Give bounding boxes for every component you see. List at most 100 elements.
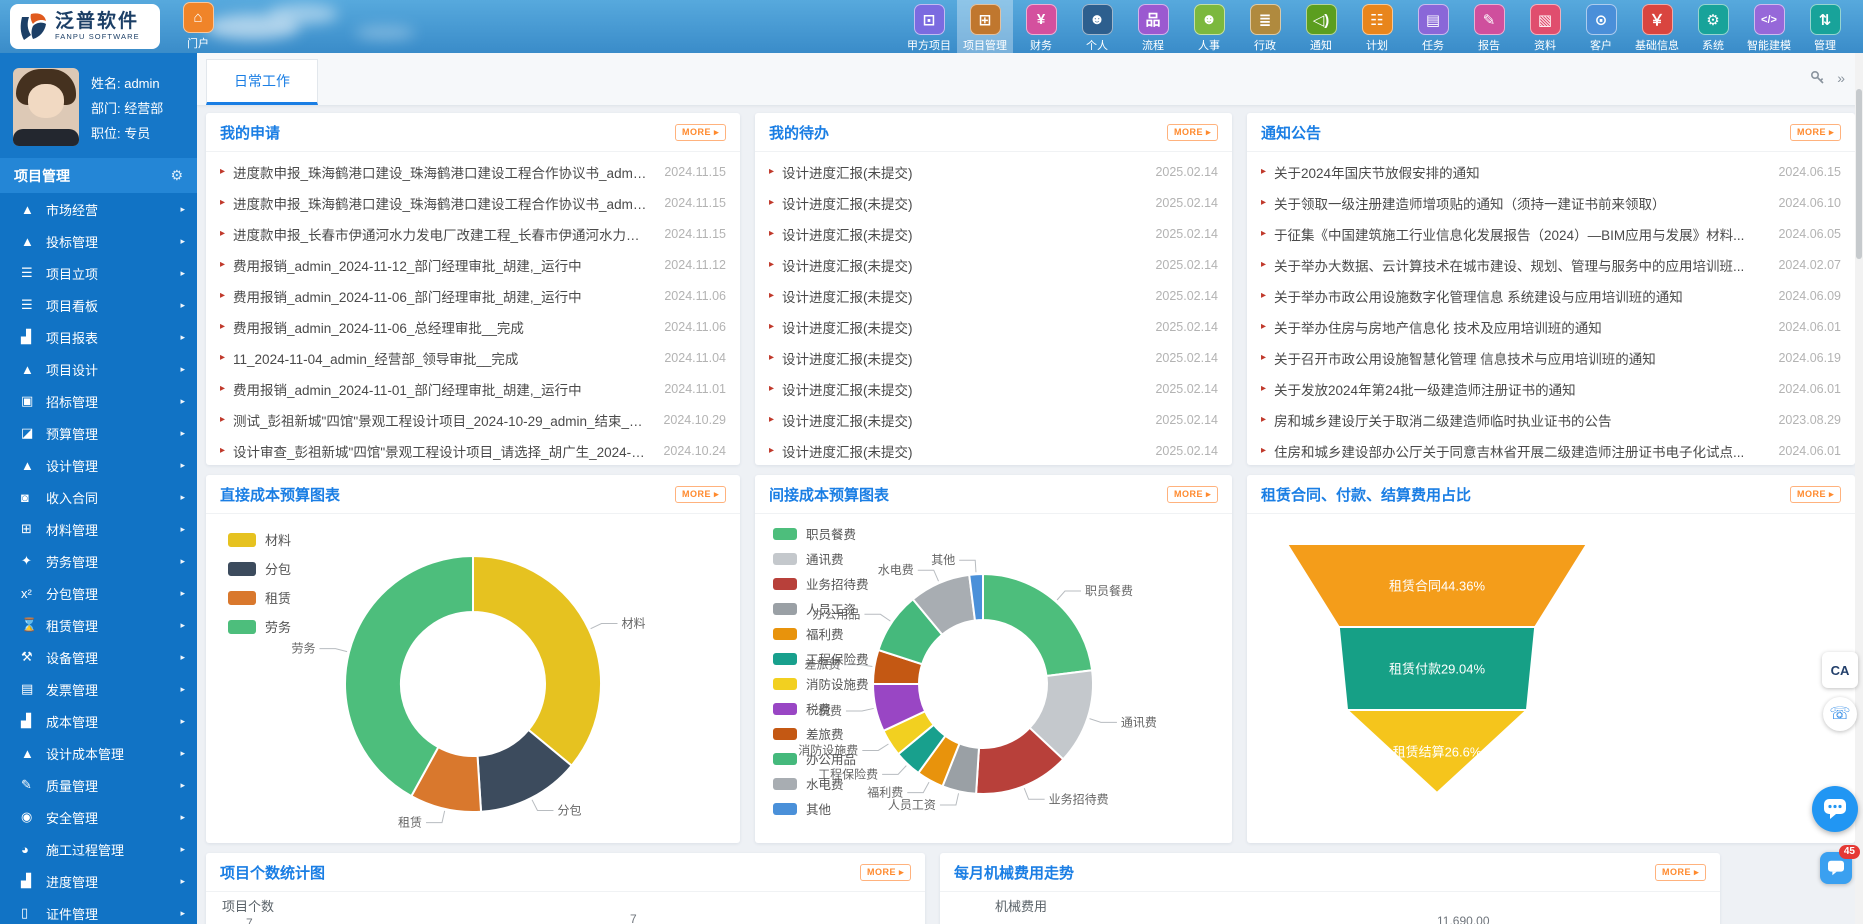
list-item[interactable]: ▸进度款申报_长春市伊通河水力发电厂改建工程_长春市伊通河水力发电...2024… <box>220 218 726 249</box>
sidebar-item-项目报表[interactable]: ▟项目报表▸ <box>0 321 197 353</box>
sidebar-item-收入合同[interactable]: ◙收入合同▸ <box>0 481 197 513</box>
list-item[interactable]: ▸关于举办市政公用设施数字化管理信息 系统建设与应用培训班的通知2024.06.… <box>1261 280 1841 311</box>
list-item[interactable]: ▸费用报销_admin_2024-11-12_部门经理审批_胡建,_运行中202… <box>220 249 726 280</box>
list-item[interactable]: ▸进度款申报_珠海鹤港口建设_珠海鹤港口建设工程合作协议书_admin_...2… <box>220 156 726 187</box>
sidebar-item-租赁管理[interactable]: ⌛租赁管理▸ <box>0 609 197 641</box>
nav-item-portal[interactable]: ⌂ 门户 <box>170 2 226 53</box>
list-item[interactable]: ▸费用报销_admin_2024-11-01_部门经理审批_胡建,_运行中202… <box>220 373 726 404</box>
sidebar-item-质量管理[interactable]: ✎质量管理▸ <box>0 769 197 801</box>
legend-item[interactable]: 其他 <box>773 799 869 818</box>
list-item[interactable]: ▸于征集《中国建筑施工行业信息化发展报告（2024）—BIM应用与发展》材料..… <box>1261 218 1841 249</box>
more-button[interactable]: MORE▸ <box>1790 486 1841 503</box>
legend-item[interactable]: 业务招待费 <box>773 574 869 593</box>
more-button[interactable]: MORE▸ <box>1790 124 1841 141</box>
legend-item[interactable]: 职员餐费 <box>773 524 869 543</box>
nav-item-5[interactable]: 品流程 <box>1125 0 1181 53</box>
messages-button[interactable]: 45 <box>1820 852 1852 884</box>
more-button[interactable]: MORE▸ <box>860 864 911 881</box>
legend-item[interactable]: 消防设施费 <box>773 674 869 693</box>
scrollbar-thumb[interactable] <box>1856 89 1862 259</box>
nav-item-12[interactable]: ▧资料 <box>1517 0 1573 53</box>
more-button[interactable]: MORE▸ <box>675 124 726 141</box>
list-item[interactable]: ▸设计进度汇报(未提交)2025.02.14 <box>769 404 1218 435</box>
nav-item-8[interactable]: ◁)通知 <box>1293 0 1349 53</box>
sidebar-item-预算管理[interactable]: ◪预算管理▸ <box>0 417 197 449</box>
sidebar-item-成本管理[interactable]: ▟成本管理▸ <box>0 705 197 737</box>
sidebar-item-证件管理[interactable]: ▯证件管理▸ <box>0 897 197 924</box>
sidebar-item-进度管理[interactable]: ▟进度管理▸ <box>0 865 197 897</box>
list-item[interactable]: ▸关于2024年国庆节放假安排的通知2024.06.15 <box>1261 156 1841 187</box>
list-item[interactable]: ▸设计进度汇报(未提交)2025.02.14 <box>769 156 1218 187</box>
legend-item[interactable]: 差旅费 <box>773 724 869 743</box>
list-item[interactable]: ▸住房和城乡建设部办公厅关于同意吉林省开展二级建造师注册证书电子化试点...20… <box>1261 435 1841 466</box>
list-item[interactable]: ▸设计进度汇报(未提交)2025.02.14 <box>769 280 1218 311</box>
nav-item-7[interactable]: ≣行政 <box>1237 0 1293 53</box>
sidebar-item-施工过程管理[interactable]: ◕施工过程管理▸ <box>0 833 197 865</box>
more-button[interactable]: MORE▸ <box>675 486 726 503</box>
nav-item-2[interactable]: ⊞项目管理 <box>957 0 1013 53</box>
nav-item-13[interactable]: ⊙客户 <box>1573 0 1629 53</box>
key-icon[interactable] <box>1810 70 1825 85</box>
sidebar-item-设备管理[interactable]: ⚒设备管理▸ <box>0 641 197 673</box>
list-item[interactable]: ▸设计进度汇报(未提交)2025.02.14 <box>769 373 1218 404</box>
legend-item[interactable]: 材料 <box>228 530 291 549</box>
legend-item[interactable]: 通讯费 <box>773 549 869 568</box>
list-item[interactable]: ▸设计进度汇报(未提交)2025.02.14 <box>769 187 1218 218</box>
sidebar-item-项目看板[interactable]: ☰项目看板▸ <box>0 289 197 321</box>
list-item[interactable]: ▸进度款申报_珠海鹤港口建设_珠海鹤港口建设工程合作协议书_admin_...2… <box>220 187 726 218</box>
legend-item[interactable]: 分包 <box>228 559 291 578</box>
list-item[interactable]: ▸11_2024-11-04_admin_经营部_领导审批__完成2024.11… <box>220 342 726 373</box>
tab-daily-work[interactable]: 日常工作 <box>206 59 318 105</box>
list-item[interactable]: ▸关于举办大数据、云计算技术在城市建设、规划、管理与服务中的应用培训班...20… <box>1261 249 1841 280</box>
nav-item-17[interactable]: ⇅管理 <box>1797 0 1853 53</box>
nav-item-3[interactable]: ¥财务 <box>1013 0 1069 53</box>
gear-icon[interactable]: ⚙ <box>170 167 183 184</box>
legend-item[interactable]: 工程保险费 <box>773 649 869 668</box>
list-item[interactable]: ▸设计进度汇报(未提交)2025.02.14 <box>769 435 1218 466</box>
nav-item-4[interactable]: ☻个人 <box>1069 0 1125 53</box>
legend-item[interactable]: 劳务 <box>228 617 291 636</box>
list-item[interactable]: ▸设计进度汇报(未提交)2025.02.14 <box>769 218 1218 249</box>
sidebar-item-招标管理[interactable]: ▣招标管理▸ <box>0 385 197 417</box>
nav-item-16[interactable]: </>智能建模 <box>1741 0 1797 53</box>
chat-assistant-button[interactable] <box>1812 786 1858 832</box>
sidebar-item-发票管理[interactable]: ▤发票管理▸ <box>0 673 197 705</box>
list-item[interactable]: ▸费用报销_admin_2024-11-06_总经理审批__完成2024.11.… <box>220 311 726 342</box>
list-item[interactable]: ▸关于领取一级注册建造师增项贴的通知（须持一建证书前来领取）2024.06.10 <box>1261 187 1841 218</box>
legend-item[interactable]: 水电费 <box>773 774 869 793</box>
legend-item[interactable]: 税费 <box>773 699 869 718</box>
nav-item-10[interactable]: ▤任务 <box>1405 0 1461 53</box>
nav-item-15[interactable]: ⚙系统 <box>1685 0 1741 53</box>
list-item[interactable]: ▸费用报销_admin_2024-11-06_部门经理审批_胡建,_运行中202… <box>220 280 726 311</box>
sidebar-item-市场经营[interactable]: ▲市场经营▸ <box>0 193 197 225</box>
nav-item-14[interactable]: ￥基础信息 <box>1629 0 1685 53</box>
more-button[interactable]: MORE▸ <box>1167 486 1218 503</box>
sidebar-item-设计管理[interactable]: ▲设计管理▸ <box>0 449 197 481</box>
sidebar-item-投标管理[interactable]: ▲投标管理▸ <box>0 225 197 257</box>
list-item[interactable]: ▸设计进度汇报(未提交)2025.02.14 <box>769 342 1218 373</box>
more-button[interactable]: MORE▸ <box>1167 124 1218 141</box>
sidebar-item-项目设计[interactable]: ▲项目设计▸ <box>0 353 197 385</box>
sidebar-item-分包管理[interactable]: x²分包管理▸ <box>0 577 197 609</box>
more-button[interactable]: MORE▸ <box>1655 864 1706 881</box>
nav-item-1[interactable]: ⊡甲方项目 <box>901 0 957 53</box>
nav-item-6[interactable]: ☻人事 <box>1181 0 1237 53</box>
sidebar-item-劳务管理[interactable]: ✦劳务管理▸ <box>0 545 197 577</box>
sidebar-item-设计成本管理[interactable]: ▲设计成本管理▸ <box>0 737 197 769</box>
ca-certificate-button[interactable]: CA <box>1822 652 1858 688</box>
list-item[interactable]: ▸房和城乡建设厅关于取消二级建造师临时执业证书的公告2023.08.29 <box>1261 404 1841 435</box>
legend-item[interactable]: 办公用品 <box>773 749 869 768</box>
nav-item-11[interactable]: ✎报告 <box>1461 0 1517 53</box>
nav-item-9[interactable]: ☷计划 <box>1349 0 1405 53</box>
list-item[interactable]: ▸设计进度汇报(未提交)2025.02.14 <box>769 311 1218 342</box>
sidebar-item-材料管理[interactable]: ⊞材料管理▸ <box>0 513 197 545</box>
list-item[interactable]: ▸设计审查_彭祖新城"四馆"景观工程设计项目_请选择_胡广生_2024-10-2… <box>220 435 726 466</box>
legend-item[interactable]: 租赁 <box>228 588 291 607</box>
legend-item[interactable]: 福利费 <box>773 624 869 643</box>
customer-service-button[interactable]: ☏ <box>1823 697 1857 731</box>
legend-item[interactable]: 人员工资 <box>773 599 869 618</box>
list-item[interactable]: ▸测试_彭祖新城"四馆"景观工程设计项目_2024-10-29_admin_结束… <box>220 404 726 435</box>
list-item[interactable]: ▸设计进度汇报(未提交)2025.02.14 <box>769 249 1218 280</box>
sidebar-item-项目立项[interactable]: ☰项目立项▸ <box>0 257 197 289</box>
list-item[interactable]: ▸关于举办住房与房地产信息化 技术及应用培训班的通知2024.06.01 <box>1261 311 1841 342</box>
